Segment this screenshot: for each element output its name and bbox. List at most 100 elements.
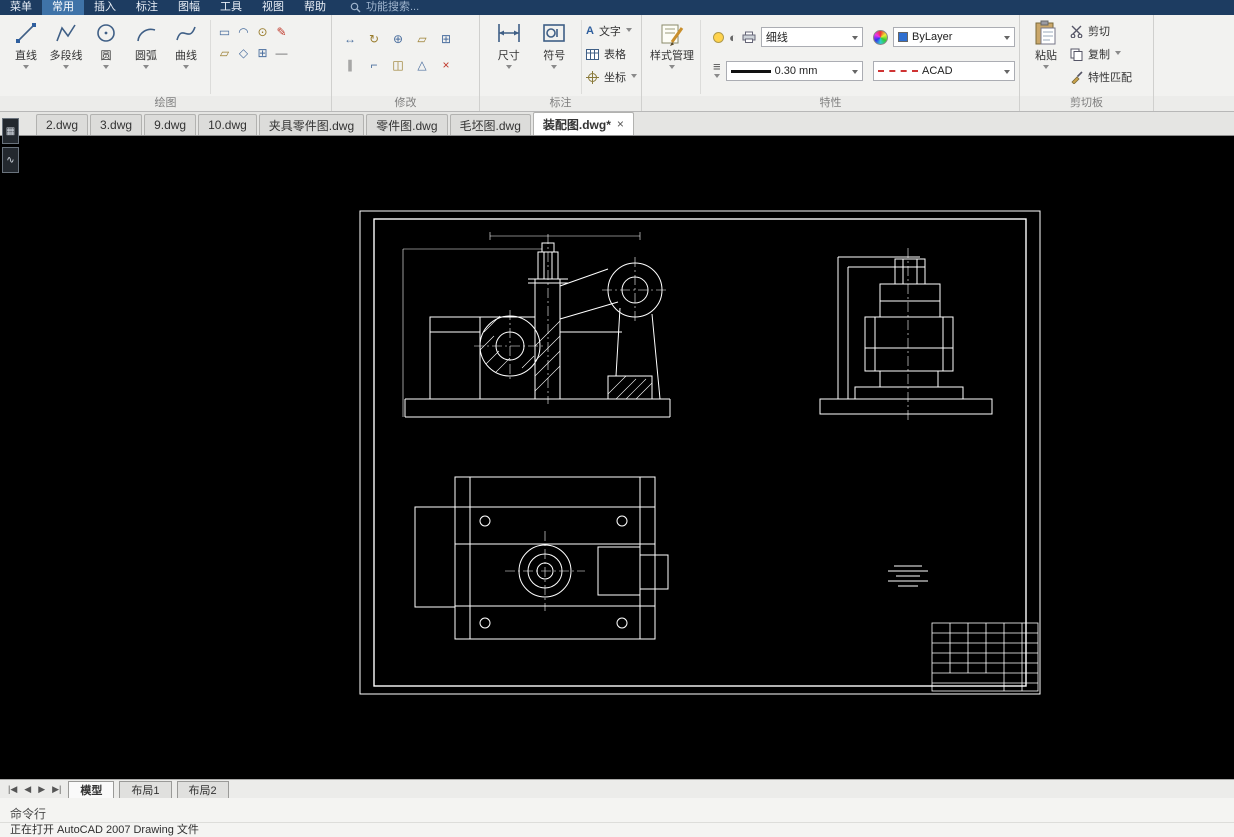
layout-tab-layout1[interactable]: 布局1 — [119, 780, 172, 798]
doc-tab[interactable]: 10.dwg — [198, 114, 257, 135]
rectangle-icon[interactable]: ▭ — [215, 21, 234, 42]
chevron-down-icon[interactable] — [63, 65, 69, 72]
panel-label-properties[interactable]: 特性 — [642, 96, 1019, 111]
chevron-down-icon[interactable] — [505, 65, 512, 72]
chevron-down-icon[interactable] — [143, 65, 149, 72]
cut-tool[interactable]: 剪切 — [1070, 21, 1132, 41]
panel-label-annotate[interactable]: 标注 — [480, 96, 641, 111]
draw-tool-circle[interactable]: 圆 — [86, 18, 126, 72]
chevron-down-icon[interactable] — [1043, 65, 1049, 72]
doc-tab-label: 10.dwg — [208, 118, 247, 132]
chevron-down-icon[interactable] — [551, 65, 558, 72]
doc-tab[interactable]: 2.dwg — [36, 114, 89, 135]
layout-tab-model[interactable]: 模型 — [68, 780, 115, 798]
chevron-down-icon[interactable] — [23, 65, 29, 72]
draw-tool-polyline[interactable]: 多段线 — [46, 18, 86, 72]
panel-label-draw[interactable]: 绘图 — [0, 96, 331, 111]
chevron-down-icon[interactable] — [625, 28, 632, 35]
move-icon[interactable]: ↔ — [338, 26, 362, 52]
menu-tab-tools[interactable]: 工具 — [210, 0, 252, 15]
array-icon[interactable]: ⊕ — [386, 26, 410, 52]
construction-line-icon[interactable]: — — [272, 42, 291, 63]
draw-tool-arc[interactable]: 圆弧 — [126, 18, 166, 72]
table-tool[interactable]: 表格 — [585, 44, 637, 64]
chevron-down-icon[interactable] — [669, 65, 676, 72]
draw-tool-spline[interactable]: 曲线 — [166, 18, 206, 72]
paste-label: 粘贴 — [1035, 50, 1057, 62]
grid-array-icon[interactable]: ⊞ — [434, 26, 458, 52]
drawing-canvas[interactable] — [0, 136, 1234, 779]
menu-button[interactable]: 菜单 — [0, 0, 42, 15]
menu-tab-home[interactable]: 常用 — [42, 0, 84, 15]
symbol-tool[interactable]: 符号 — [532, 18, 578, 72]
menu-tab-view[interactable]: 视图 — [252, 0, 294, 15]
match-properties-tool[interactable]: 特性匹配 — [1070, 67, 1132, 87]
last-layout-button[interactable]: ▶| — [50, 784, 63, 795]
display-mode-dropdown[interactable]: 细线 — [760, 27, 863, 47]
search-placeholder: 功能搜索... — [366, 1, 420, 13]
parallelogram-icon[interactable]: ▱ — [215, 42, 234, 63]
chevron-down-icon[interactable] — [630, 74, 637, 81]
search-icon — [350, 2, 361, 13]
doc-tab[interactable]: 夹具零件图.dwg — [258, 114, 365, 135]
linetype-dropdown[interactable]: ACAD — [873, 61, 1015, 81]
style-manager-tool[interactable]: 样式管理 — [648, 18, 696, 72]
doc-tab-label: 9.dwg — [154, 118, 187, 132]
list-menu-icon[interactable]: ≡ — [713, 60, 721, 81]
panel-label-modify[interactable]: 修改 — [332, 96, 479, 111]
chevron-down-icon[interactable] — [1115, 51, 1121, 58]
menu-tab-insert[interactable]: 插入 — [84, 0, 126, 15]
panel-label-clipboard[interactable]: 剪切板 — [1020, 96, 1153, 111]
dimension-tool[interactable]: 尺寸 — [486, 18, 532, 72]
text-tool[interactable]: A 文字 — [586, 21, 637, 41]
layout-tab-layout2[interactable]: 布局2 — [176, 780, 229, 798]
doc-tab[interactable]: 9.dwg — [144, 114, 197, 135]
function-search[interactable]: 功能搜索... — [350, 0, 419, 15]
sketch-icon[interactable]: ✎ — [272, 21, 291, 42]
menu-tab-sheet[interactable]: 图幅 — [168, 0, 210, 15]
chevron-down-icon[interactable] — [103, 65, 109, 72]
layer-dropdown[interactable]: ByLayer — [893, 27, 1015, 47]
erase-icon[interactable]: × — [434, 52, 458, 78]
coordinate-tool[interactable]: 坐标 — [585, 67, 637, 87]
scale-icon[interactable]: △ — [410, 52, 434, 78]
draw-tool-label: 直线 — [15, 50, 37, 62]
fillet-icon[interactable]: ⌐ — [362, 52, 386, 78]
paste-tool[interactable]: 粘贴 — [1026, 18, 1066, 72]
doc-tab[interactable]: 3.dwg — [90, 114, 143, 135]
draw-tool-line[interactable]: 直线 — [6, 18, 46, 72]
menu-tab-annotate[interactable]: 标注 — [126, 0, 168, 15]
prev-layout-button[interactable]: ◀ — [22, 784, 33, 795]
polygon-icon[interactable]: ◇ — [234, 42, 253, 63]
donut-icon[interactable]: ⊙ — [253, 21, 272, 42]
symbol-icon — [541, 20, 567, 46]
doc-tab[interactable]: 零件图.dwg — [366, 114, 448, 135]
copy-tool[interactable]: 复制 — [1070, 44, 1132, 64]
offset-icon[interactable]: ∥ — [338, 52, 362, 78]
dimension-icon — [496, 20, 522, 46]
lineweight-dropdown[interactable]: 0.30 mm — [725, 61, 863, 81]
layer-freeze-icon[interactable]: ◐ — [729, 30, 737, 45]
first-layout-button[interactable]: |◀ — [6, 784, 19, 795]
close-icon[interactable]: × — [617, 117, 624, 131]
menu-tab-help[interactable]: 帮助 — [294, 0, 336, 15]
linetype-preview — [878, 70, 918, 72]
next-layout-button[interactable]: ▶ — [36, 784, 47, 795]
command-line-input[interactable]: 命令行 — [0, 798, 1234, 823]
chevron-down-icon[interactable] — [183, 65, 189, 72]
region-icon[interactable]: ⊞ — [253, 42, 272, 63]
rotate-icon[interactable]: ↻ — [362, 26, 386, 52]
doc-tab-label: 2.dwg — [46, 118, 79, 132]
dimension-label: 尺寸 — [497, 50, 520, 62]
plot-icon[interactable] — [742, 31, 756, 43]
arc-segment-icon[interactable]: ◠ — [234, 21, 253, 42]
palette-layers-icon[interactable]: ▦ — [2, 118, 19, 144]
ribbon-panel-draw: 直线 多段线 圆 圆弧 曲线 ▭ ◠ ⊙ ✎ ▱ ◇ ⊞ — 绘图 — [0, 15, 332, 111]
doc-tab[interactable]: 毛坯图.dwg — [449, 114, 531, 135]
doc-tab-active[interactable]: 装配图.dwg* × — [532, 112, 634, 135]
stretch-icon[interactable]: ◫ — [386, 52, 410, 78]
color-wheel-icon[interactable] — [873, 29, 888, 45]
layer-on-icon[interactable] — [713, 31, 724, 43]
mirror-icon[interactable]: ▱ — [410, 26, 434, 52]
palette-curve-icon[interactable]: ∿ — [2, 147, 19, 173]
